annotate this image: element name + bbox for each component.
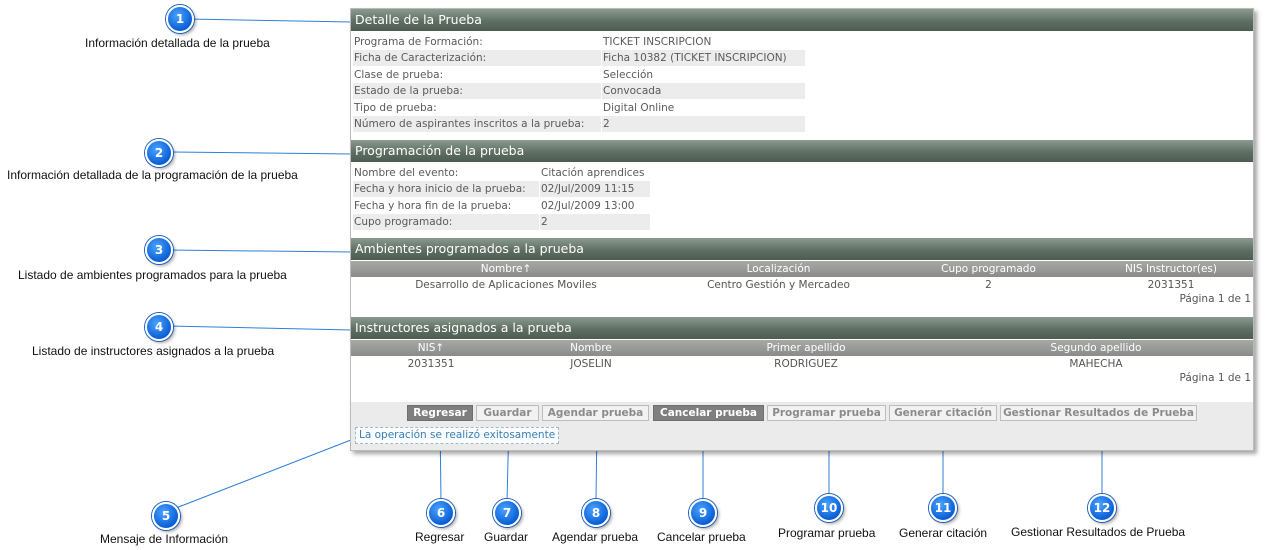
programacion-row: Cupo programado: 2 [353,214,653,230]
callout-caption: Información detallada de la programación… [7,168,298,182]
cancelar-prueba-button[interactable]: Cancelar prueba [653,405,764,421]
instructores-cell-nombre: JOSELIN [570,358,612,370]
ambientes-cell-cupo: 2 [985,279,992,291]
callout-caption: Información detallada de la prueba [85,36,270,50]
ambientes-col-cupo[interactable]: Cupo programado [911,261,1066,277]
callout-caption: Guardar [484,530,529,544]
detalle-row: Estado de la prueba: Convocada [353,83,805,99]
ambientes-table-header: Nombre↑ Localización Cupo programado NIS… [351,261,1253,277]
detalle-value: Selección [603,69,654,81]
programacion-label: Fecha y hora fin de la prueba: [354,200,512,212]
detalle-value: Convocada [602,83,805,99]
detalle-label: Estado de la prueba: [353,83,601,99]
regresar-button[interactable]: Regresar [407,405,473,421]
table-row: 2031351 JOSELIN RODRIGUEZ MAHECHA [351,356,1253,372]
detalle-value: Ficha 10382 (TICKET INSCRIPCION) [602,50,805,66]
ambientes-col-localizacion[interactable]: Localización [681,261,876,277]
detalle-label: Número de aspirantes inscritos a la prue… [353,116,601,132]
ambientes-cell-localizacion: Centro Gestión y Mercadeo [707,279,850,291]
detalle-label: Clase de prueba: [354,69,444,81]
gestionar-resultados-button[interactable]: Gestionar Resultados de Prueba [1000,405,1197,421]
programacion-label: Fecha y hora inicio de la prueba: [353,181,539,197]
guardar-button[interactable]: Guardar [476,405,539,421]
callout-badge: 8 [582,499,610,527]
callout-badge: 9 [689,499,717,527]
callout-caption: Programar prueba [778,526,876,540]
ambientes-section-header: Ambientes programados a la prueba [351,238,1253,260]
programacion-section-header: Programación de la prueba [351,140,1253,162]
detalle-value: Digital Online [603,102,675,114]
detalle-row: Programa de Formación: TICKET INSCRIPCIO… [353,34,803,50]
programacion-value: 2 [540,214,650,230]
callout-badge: 12 [1088,494,1116,522]
instructores-col-primer-apellido[interactable]: Primer apellido [711,340,901,356]
instructores-pager: Página 1 de 1 [1179,372,1251,384]
instructores-cell-nis: 2031351 [407,358,455,370]
detalle-section-header: Detalle de la Prueba [351,9,1253,31]
action-button-bar: Regresar Guardar Agendar prueba Cancelar… [351,402,1253,450]
detalle-label: Ficha de Caracterización: [353,50,601,66]
ambientes-pager: Página 1 de 1 [1179,293,1251,305]
programacion-value: 02/Jul/2009 13:00 [541,200,635,212]
ambientes-cell-nis: 2031351 [1147,279,1195,291]
callout-badge: 2 [145,139,173,167]
callout-badge: 6 [427,499,455,527]
test-detail-panel: Detalle de la Prueba Programa de Formaci… [350,8,1254,451]
callout-caption: Listado de instructores asignados a la p… [32,344,275,358]
detalle-value: 2 [602,116,805,132]
callout-badge: 1 [166,5,194,33]
programar-prueba-button[interactable]: Programar prueba [767,405,886,421]
instructores-col-segundo-apellido[interactable]: Segundo apellido [991,340,1201,356]
instructores-col-nombre[interactable]: Nombre [511,340,671,356]
callout-caption: Listado de ambientes programados para la… [18,268,287,282]
detalle-row: Clase de prueba: Selección [353,67,803,83]
callout-caption: Generar citación [899,526,988,540]
callout-caption: Mensaje de Información [100,532,229,546]
programacion-row: Nombre del evento: Citación aprendices [353,165,653,181]
instructores-cell-primer-apellido: RODRIGUEZ [774,358,838,370]
detalle-label: Programa de Formación: [354,36,483,48]
info-message: La operación se realizó exitosamente [355,427,560,444]
detalle-value: TICKET INSCRIPCION [603,36,712,48]
agendar-prueba-button[interactable]: Agendar prueba [542,405,649,421]
programacion-value: 02/Jul/2009 11:15 [540,181,650,197]
programacion-row: Fecha y hora fin de la prueba: 02/Jul/20… [353,198,653,214]
programacion-label: Cupo programado: [353,214,539,230]
ambientes-cell-nombre: Desarrollo de Aplicaciones Moviles [415,279,597,291]
callout-caption: Agendar prueba [552,530,639,544]
callout-caption: Regresar [415,530,465,544]
callout-badge: 10 [815,494,843,522]
instructores-section-header: Instructores asignados a la prueba [351,317,1253,339]
callout-badge: 11 [929,494,957,522]
callout-caption: Gestionar Resultados de Prueba [1011,525,1186,539]
callout-badge: 3 [145,236,173,264]
detalle-label: Tipo de prueba: [354,102,437,114]
instructores-col-nis[interactable]: NIS↑ [351,340,511,356]
programacion-row: Fecha y hora inicio de la prueba: 02/Jul… [353,181,653,197]
table-row: Desarrollo de Aplicaciones Moviles Centr… [351,277,1253,293]
callout-badge: 7 [493,499,521,527]
callout-caption: Cancelar prueba [657,530,746,544]
ambientes-col-nombre[interactable]: Nombre↑ [351,261,661,277]
detalle-row: Número de aspirantes inscritos a la prue… [353,116,805,132]
detalle-row: Tipo de prueba: Digital Online [353,100,803,116]
ambientes-col-nis[interactable]: NIS Instructor(es) [1091,261,1251,277]
generar-citacion-button[interactable]: Generar citación [889,405,997,421]
callout-badge: 4 [145,313,173,341]
programacion-value: Citación aprendices [541,167,645,179]
detalle-row: Ficha de Caracterización: Ficha 10382 (T… [353,50,805,66]
programacion-label: Nombre del evento: [354,167,459,179]
instructores-table-header: NIS↑ Nombre Primer apellido Segundo apel… [351,340,1253,356]
instructores-cell-segundo-apellido: MAHECHA [1069,358,1123,370]
callout-badge: 5 [152,502,180,530]
